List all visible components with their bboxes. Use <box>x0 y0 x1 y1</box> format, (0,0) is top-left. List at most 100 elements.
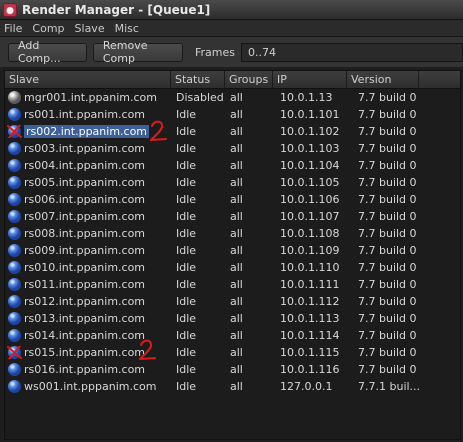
table-row[interactable]: rs006.int.ppanim.com Idle all 10.0.1.106 7.7… <box>5 191 460 208</box>
slave-cell[interactable]: rs002.int.ppanim.com <box>5 125 171 138</box>
table-row[interactable]: rs015.int.ppanim.com Idle all 10.0.1.115 7.7… <box>5 344 460 361</box>
slave-cell[interactable]: rs006.int.ppanim.com <box>5 193 171 206</box>
gray-sphere-icon <box>8 91 21 104</box>
frames-field[interactable]: 0..74 <box>240 42 463 62</box>
table-row[interactable]: rs016.int.ppanim.com Idle all 10.0.1.116 7.7… <box>5 361 460 378</box>
groups-cell: all <box>230 108 243 121</box>
version-cell: 7.7 build 0 <box>358 278 417 291</box>
table-row[interactable]: rs004.int.ppanim.com Idle all 10.0.1.104 7.7… <box>5 157 460 174</box>
blue-sphere-icon <box>8 261 21 274</box>
table-row[interactable]: rs002.int.ppanim.com Idle all 10.0.1.102 7.7… <box>5 123 460 140</box>
app-logo-icon <box>3 2 17 17</box>
menu-bar: File Comp Slave Misc <box>0 20 463 37</box>
menu-slave[interactable]: Slave <box>75 22 105 35</box>
version-cell: 7.7 build 0 <box>358 346 417 359</box>
status-cell: Idle <box>176 312 197 325</box>
table-row[interactable]: rs014.int.ppanim.com Idle all 10.0.1.114 7.7… <box>5 327 460 344</box>
table-row[interactable]: mgr001.int.ppanim.com Disabled all 10.0.1.1… <box>5 89 460 106</box>
blue-sphere-icon <box>8 295 21 308</box>
groups-cell: all <box>230 125 243 138</box>
version-cell: 7.7 build 0 <box>358 210 417 223</box>
column-header-version[interactable]: Version <box>347 71 419 88</box>
ip-cell: 10.0.1.106 <box>280 193 340 206</box>
version-cell: 7.7 build 0 <box>358 159 417 172</box>
slave-cell[interactable]: rs003.int.ppanim.com <box>5 142 171 155</box>
ip-cell: 10.0.1.115 <box>280 346 340 359</box>
blue-sphere-icon <box>8 108 21 121</box>
slave-cell[interactable]: mgr001.int.ppanim.com <box>5 91 171 104</box>
version-cell: 7.7 build 0 <box>358 329 417 342</box>
ip-cell: 10.0.1.101 <box>280 108 340 121</box>
column-header-slave[interactable]: Slave <box>5 71 171 88</box>
slave-cell[interactable]: rs012.int.ppanim.com <box>5 295 171 308</box>
ip-cell: 10.0.1.103 <box>280 142 340 155</box>
slave-cell[interactable]: rs001.int.ppanim.com <box>5 108 171 121</box>
groups-cell: all <box>230 312 243 325</box>
version-cell: 7.7 build 0 <box>358 227 417 240</box>
table-row[interactable]: rs008.int.ppanim.com Idle all 10.0.1.108 7.7… <box>5 225 460 242</box>
version-cell: 7.7 build 0 <box>358 244 417 257</box>
status-cell: Idle <box>176 346 197 359</box>
slave-cell[interactable]: rs011.int.ppanim.com <box>5 278 171 291</box>
slave-cell[interactable]: rs013.int.ppanim.com <box>5 312 171 325</box>
table-row[interactable]: rs009.int.ppanim.com Idle all 10.0.1.109 7.7… <box>5 242 460 259</box>
table-row[interactable]: rs003.int.ppanim.com Idle all 10.0.1.103 7.7… <box>5 140 460 157</box>
table-body: mgr001.int.ppanim.com Disabled all 10.0.1.1… <box>5 89 460 395</box>
column-header-status[interactable]: Status <box>171 71 225 88</box>
blue-sphere-icon <box>8 363 21 376</box>
remove-comp-button[interactable]: Remove Comp <box>92 39 183 65</box>
version-cell: 7.7 build 0 <box>358 125 417 138</box>
table-row[interactable]: rs011.int.ppanim.com Idle all 10.0.1.111 7.7… <box>5 276 460 293</box>
slave-cell[interactable]: rs010.int.ppanim.com <box>5 261 171 274</box>
blue-sphere-icon <box>8 142 21 155</box>
groups-cell: all <box>230 193 243 206</box>
slave-cell[interactable]: rs004.int.ppanim.com <box>5 159 171 172</box>
blue-sphere-icon <box>8 380 21 393</box>
status-cell: Idle <box>176 108 197 121</box>
table-row[interactable]: rs012.int.ppanim.com Idle all 10.0.1.112 7.7… <box>5 293 460 310</box>
slave-name: rs004.int.ppanim.com <box>24 159 146 172</box>
ip-cell: 10.0.1.112 <box>280 295 340 308</box>
slave-name: ws001.int.pppanim.com <box>24 380 157 393</box>
slave-cell[interactable]: rs007.int.ppanim.com <box>5 210 171 223</box>
menu-misc[interactable]: Misc <box>115 22 139 35</box>
table-row[interactable]: rs013.int.ppanim.com Idle all 10.0.1.113 7.7… <box>5 310 460 327</box>
status-cell: Idle <box>176 142 197 155</box>
handwritten-2-icon <box>139 339 156 360</box>
annotation-number-2: 2 <box>148 119 170 146</box>
version-cell: 7.7 build 0 <box>358 312 417 325</box>
table-row[interactable]: ws001.int.pppanim.com Idle all 127.0.0.1 7.7… <box>5 378 460 395</box>
status-cell: Idle <box>176 193 197 206</box>
table-row[interactable]: rs005.int.ppanim.com Idle all 10.0.1.105 7.7… <box>5 174 460 191</box>
table-row[interactable]: rs007.int.ppanim.com Idle all 10.0.1.107 7.7… <box>5 208 460 225</box>
table-row[interactable]: rs010.int.ppanim.com Idle all 10.0.1.110 7.7… <box>5 259 460 276</box>
blue-sphere-icon <box>8 244 21 257</box>
slave-cell[interactable]: ws001.int.pppanim.com <box>5 380 171 393</box>
groups-cell: all <box>230 244 243 257</box>
slave-name: rs005.int.ppanim.com <box>24 176 146 189</box>
status-cell: Idle <box>176 227 197 240</box>
groups-cell: all <box>230 142 243 155</box>
table-row[interactable]: rs001.int.ppanim.com Idle all 10.0.1.101 7.7… <box>5 106 460 123</box>
slave-name: rs013.int.ppanim.com <box>24 312 146 325</box>
menu-comp[interactable]: Comp <box>32 22 64 35</box>
add-comp-button[interactable]: Add Comp... <box>8 39 87 65</box>
column-header-ip[interactable]: IP <box>273 71 347 88</box>
slave-name: rs014.int.ppanim.com <box>24 329 146 342</box>
table-header: Slave Status Groups IP Version <box>5 71 460 89</box>
groups-cell: all <box>230 210 243 223</box>
version-cell: 7.7 build 0 <box>358 142 417 155</box>
blue-sphere-icon <box>8 159 21 172</box>
slave-name: rs015.int.ppanim.com <box>24 346 146 359</box>
handwritten-2-icon <box>150 120 167 141</box>
menu-file[interactable]: File <box>4 22 22 35</box>
slave-cell[interactable]: rs009.int.ppanim.com <box>5 244 171 257</box>
ip-cell: 10.0.1.116 <box>280 363 340 376</box>
ip-cell: 10.0.1.105 <box>280 176 340 189</box>
slave-table: Slave Status Groups IP Version mgr001.in… <box>4 70 461 440</box>
slave-cell[interactable]: rs005.int.ppanim.com <box>5 176 171 189</box>
slave-cell[interactable]: rs008.int.ppanim.com <box>5 227 171 240</box>
status-cell: Idle <box>176 159 197 172</box>
ip-cell: 10.0.1.13 <box>280 91 333 104</box>
column-header-groups[interactable]: Groups <box>225 71 273 88</box>
